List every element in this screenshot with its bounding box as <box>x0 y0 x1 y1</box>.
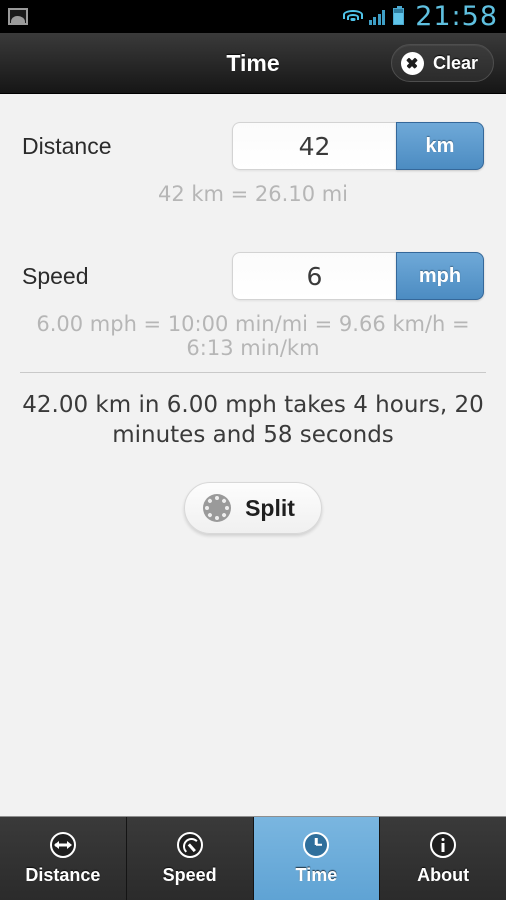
clear-button-label: Clear <box>432 52 478 73</box>
status-bar-right: 21:58 <box>343 3 498 30</box>
speed-unit-button[interactable]: mph <box>396 252 484 301</box>
close-circle-icon <box>400 51 424 75</box>
arrows-horizontal-icon <box>49 831 76 858</box>
distance-field-row: Distance 42 km <box>0 116 506 176</box>
distance-input-group: 42 km <box>232 122 484 170</box>
split-button-wrapper: Split <box>0 450 506 535</box>
clock-icon <box>303 831 330 858</box>
time-result-text: 42.00 km in 6.00 mph takes 4 hours, 20 m… <box>22 392 484 448</box>
stopwatch-icon <box>203 494 232 523</box>
split-button[interactable]: Split <box>184 482 322 535</box>
status-bar-left <box>8 8 28 25</box>
gallery-icon <box>8 8 28 25</box>
wifi-icon <box>343 9 364 25</box>
speed-input-group: 6 mph <box>232 252 484 301</box>
battery-icon <box>393 6 405 25</box>
tab-about[interactable]: About <box>380 817 506 900</box>
speed-input[interactable]: 6 <box>232 252 396 301</box>
signal-icon <box>368 9 386 25</box>
distance-unit-button[interactable]: km <box>396 122 484 170</box>
distance-label: Distance <box>22 132 112 159</box>
tab-about-label: About <box>417 864 470 885</box>
tab-speed[interactable]: Speed <box>126 817 254 900</box>
status-bar: 21:58 <box>0 0 506 33</box>
tab-speed-label: Speed <box>162 864 217 885</box>
speed-conversion-text: 6.00 mph = 10:00 min/mi = 9.66 km/h = 6:… <box>36 312 470 361</box>
app-title-bar: Time Clear <box>0 33 506 94</box>
distance-conversion-text: 42 km = 26.10 mi <box>157 182 349 206</box>
distance-input[interactable]: 42 <box>232 122 396 170</box>
speed-field-row: Speed 6 mph <box>0 246 506 306</box>
clear-button[interactable]: Clear <box>390 44 494 82</box>
page-title: Time <box>226 49 280 76</box>
tab-distance[interactable]: Distance <box>0 817 127 900</box>
status-bar-clock: 21:58 <box>415 1 498 32</box>
split-button-label: Split <box>245 494 295 521</box>
speed-label: Speed <box>22 262 89 289</box>
tab-distance-label: Distance <box>25 864 101 885</box>
tab-time[interactable]: Time <box>253 817 381 900</box>
tab-time-label: Time <box>295 864 338 885</box>
bottom-tab-bar: Distance Speed Time About <box>0 816 506 900</box>
speedometer-icon <box>176 831 203 858</box>
info-icon <box>430 831 457 858</box>
